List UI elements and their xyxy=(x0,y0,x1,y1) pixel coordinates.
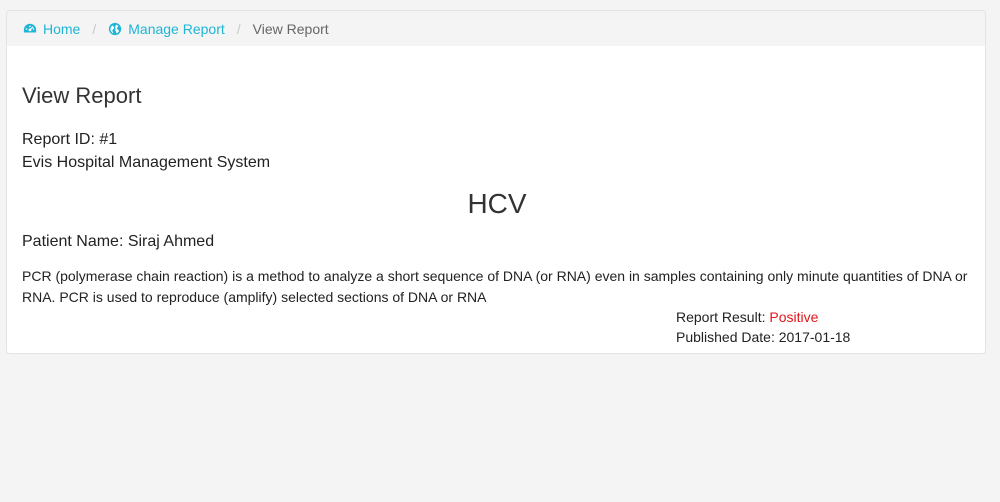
dashboard-icon xyxy=(23,23,37,33)
breadcrumb-manage-report[interactable]: Manage Report xyxy=(108,21,225,37)
published-date: Published Date: 2017-01-18 xyxy=(676,329,851,345)
patient-name: Patient Name: Siraj Ahmed xyxy=(22,233,215,250)
result-block: Report Result: Positive Published Date: … xyxy=(676,307,850,347)
report-result-label: Report Result: xyxy=(676,309,770,325)
report-meta: Report ID: #1 Evis Hospital Management S… xyxy=(22,128,270,174)
globe-icon xyxy=(109,22,122,36)
breadcrumb-current: View Report xyxy=(252,21,329,37)
breadcrumb-home[interactable]: Home xyxy=(23,21,80,37)
breadcrumb-separator: / xyxy=(92,21,97,37)
page-title: View Report xyxy=(22,83,142,108)
report-description: PCR (polymerase chain reaction) is a met… xyxy=(22,268,968,305)
breadcrumb-home-link[interactable]: Home xyxy=(43,21,80,37)
breadcrumb-separator: / xyxy=(236,21,241,37)
breadcrumb-manage-report-link[interactable]: Manage Report xyxy=(128,21,225,37)
report-card: Home / Manage Report / View Report View … xyxy=(6,10,986,354)
breadcrumb: Home / Manage Report / View Report xyxy=(7,11,985,46)
report-result: Report Result: Positive xyxy=(676,307,850,327)
report-id: Report ID: #1 xyxy=(22,131,118,148)
report-result-value: Positive xyxy=(769,309,819,325)
report-name: HCV xyxy=(467,188,527,219)
organization-name: Evis Hospital Management System xyxy=(22,154,271,171)
